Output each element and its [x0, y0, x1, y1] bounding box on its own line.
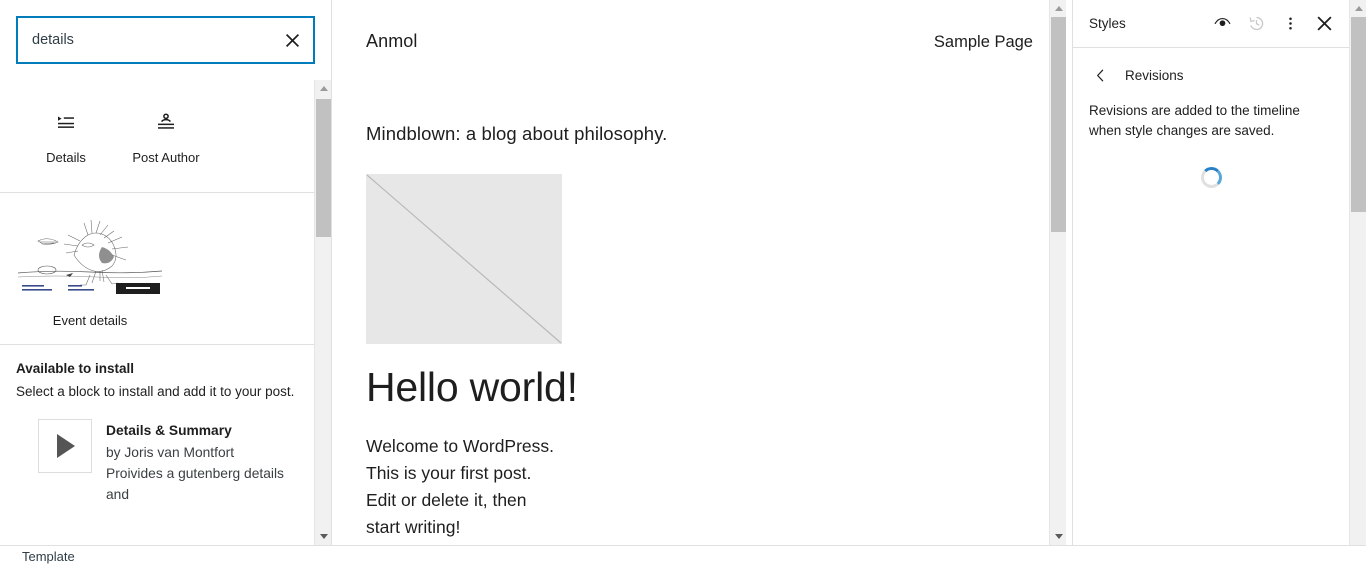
- pattern-item-label: Event details: [52, 312, 128, 328]
- canvas-content: Anmol Sample Page Mindblown: a blog abou…: [333, 0, 1066, 542]
- style-book-icon[interactable]: [1205, 7, 1239, 41]
- close-icon: [285, 33, 299, 47]
- inserter-scroll-region: Details Post Author Event details Availa…: [0, 80, 331, 545]
- play-triangle-icon: [38, 419, 92, 474]
- site-header: Anmol Sample Page: [366, 0, 1033, 52]
- styles-panel-title: Styles: [1089, 16, 1126, 31]
- block-item-post-author[interactable]: Post Author: [116, 98, 216, 176]
- nav-link-sample-page[interactable]: Sample Page: [934, 33, 1033, 52]
- search-box[interactable]: [16, 16, 315, 64]
- scrollbar-thumb[interactable]: [316, 99, 331, 237]
- block-item-details[interactable]: Details: [16, 98, 116, 176]
- loading-spinner-icon: [1200, 166, 1222, 188]
- block-item-label: Details: [46, 150, 86, 165]
- inserter-search-area: [0, 0, 331, 64]
- plugin-meta: Details & Summary by Joris van Montfort …: [106, 419, 306, 506]
- canvas-scrollbar[interactable]: [1049, 0, 1066, 545]
- post-author-block-icon: [154, 110, 178, 134]
- window-scrollbar[interactable]: [1349, 0, 1366, 545]
- install-section-subtitle: Select a block to install and add it to …: [16, 383, 295, 399]
- post-body-paragraph[interactable]: Welcome to WordPress. This is your first…: [366, 433, 562, 542]
- plugin-card-details-summary[interactable]: Details & Summary by Joris van Montfort …: [16, 401, 316, 506]
- block-inserter-sidebar: Details Post Author: [0, 0, 332, 545]
- scroll-up-arrow[interactable]: [315, 80, 331, 97]
- revisions-header: Revisions: [1073, 48, 1349, 86]
- broken-image-icon: [366, 174, 562, 344]
- pattern-thumbnail: [16, 210, 164, 299]
- status-bar: Template: [0, 545, 1366, 567]
- site-title[interactable]: Anmol: [366, 31, 418, 52]
- scroll-down-arrow[interactable]: [315, 528, 331, 545]
- revisions-description: Revisions are added to the timeline when…: [1089, 103, 1300, 139]
- install-section-title: Available to install: [16, 360, 135, 376]
- chevron-left-icon[interactable]: [1089, 64, 1111, 86]
- status-bar-label[interactable]: Template: [22, 549, 75, 564]
- site-tagline[interactable]: Mindblown: a blog about philosophy.: [366, 123, 1033, 145]
- styles-sidebar: Styles Revisions Revisions are added to …: [1072, 0, 1349, 545]
- scrollbar-thumb[interactable]: [1351, 17, 1366, 212]
- revisions-title: Revisions: [1125, 67, 1184, 83]
- block-item-label: Post Author: [132, 150, 200, 165]
- inserter-scrollbar[interactable]: [314, 80, 331, 545]
- scrollbar-thumb[interactable]: [1051, 17, 1066, 232]
- more-options-icon[interactable]: [1273, 7, 1307, 41]
- styles-panel-header: Styles: [1073, 0, 1349, 48]
- pattern-item-event-details[interactable]: [16, 210, 164, 299]
- plugin-author: by Joris van Montfort: [106, 444, 235, 460]
- loading-spinner-wrap: [1073, 166, 1349, 188]
- details-block-icon: [54, 110, 78, 134]
- scroll-up-arrow[interactable]: [1050, 0, 1066, 17]
- scroll-down-arrow[interactable]: [1050, 528, 1066, 545]
- block-editor-window: Details Post Author: [0, 0, 1366, 567]
- plugin-name: Details & Summary: [106, 423, 232, 439]
- block-results-grid: Details Post Author: [0, 80, 331, 192]
- scroll-up-arrow[interactable]: [1350, 0, 1366, 17]
- post-title[interactable]: Hello world!: [366, 364, 1033, 410]
- featured-image-placeholder[interactable]: [366, 174, 562, 344]
- clear-search-button[interactable]: [271, 18, 313, 62]
- plugin-description: Proivides a gutenberg details and: [106, 465, 284, 503]
- close-icon[interactable]: [1307, 7, 1341, 41]
- editor-canvas: Anmol Sample Page Mindblown: a blog abou…: [333, 0, 1066, 545]
- pattern-results: Event details: [0, 193, 331, 344]
- revision-history-icon[interactable]: [1239, 7, 1273, 41]
- search-input[interactable]: [18, 18, 271, 62]
- available-to-install-section: Available to install Select a block to i…: [0, 345, 331, 506]
